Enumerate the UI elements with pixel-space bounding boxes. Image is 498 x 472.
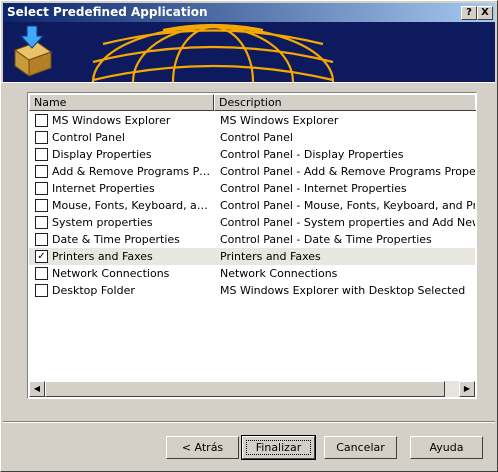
globe-icon xyxy=(91,23,335,82)
scroll-right-button[interactable]: ▶ xyxy=(459,381,475,397)
row-checkbox[interactable] xyxy=(35,216,48,229)
row-name: Add & Remove Programs Prop... xyxy=(52,165,212,178)
row-description: Printers and Faxes xyxy=(220,250,321,263)
row-description: MS Windows Explorer xyxy=(220,114,339,127)
title-bar[interactable]: Select Predefined Application ? X xyxy=(3,3,495,22)
row-checkbox[interactable] xyxy=(35,182,48,195)
row-checkbox[interactable] xyxy=(35,165,48,178)
row-name: Date & Time Properties xyxy=(52,233,180,246)
banner-graphic xyxy=(13,23,335,82)
row-checkbox[interactable] xyxy=(35,131,48,144)
row-description: MS Windows Explorer with Desktop Selecte… xyxy=(220,284,466,297)
list-item[interactable]: Internet Properties Control Panel - Inter… xyxy=(29,180,475,197)
list-item[interactable]: Display Properties Control Panel - Displa… xyxy=(29,146,475,163)
install-box-icon xyxy=(13,25,53,77)
list-item[interactable]: Control Panel Control Panel xyxy=(29,129,475,146)
row-description: Control Panel - Mouse, Fonts, Keyboard, … xyxy=(220,199,475,212)
list-item[interactable]: System properties Control Panel - System … xyxy=(29,214,475,231)
row-description: Control Panel - Date & Time Properties xyxy=(220,233,432,246)
row-checkbox[interactable] xyxy=(35,114,48,127)
list-header: Name Description xyxy=(29,94,476,111)
row-checkbox[interactable] xyxy=(35,199,48,212)
row-checkbox[interactable] xyxy=(35,284,48,297)
scroll-left-button[interactable]: ◀ xyxy=(29,381,45,397)
row-name: MS Windows Explorer xyxy=(52,114,171,127)
row-description: Network Connections xyxy=(220,267,338,280)
row-name: Network Connections xyxy=(52,267,170,280)
dialog-window: Select Predefined Application ? X Name D… xyxy=(0,0,498,472)
row-checkbox[interactable] xyxy=(35,233,48,246)
list-item[interactable]: Network Connections Network Connections xyxy=(29,265,475,282)
row-name: Printers and Faxes xyxy=(52,250,153,263)
help-title-button[interactable]: ? xyxy=(461,6,477,20)
horizontal-scrollbar[interactable]: ◀ ▶ xyxy=(29,381,475,397)
row-checkbox[interactable]: ✓ xyxy=(35,250,48,263)
finish-button[interactable]: Finalizar xyxy=(241,435,316,460)
list-item[interactable]: Mouse, Fonts, Keyboard, and ... Control P… xyxy=(29,197,475,214)
list-rows: MS Windows Explorer MS Windows Explorer Co… xyxy=(29,112,475,299)
column-header-name[interactable]: Name xyxy=(29,94,214,111)
row-name: System properties xyxy=(52,216,153,229)
list-item[interactable]: ✓ Printers and Faxes Printers and Faxes xyxy=(29,248,475,265)
row-description: Control Panel - Display Properties xyxy=(220,148,404,161)
list-item[interactable]: Add & Remove Programs Prop... Control Pan… xyxy=(29,163,475,180)
wizard-banner xyxy=(3,22,495,82)
row-name: Display Properties xyxy=(52,148,152,161)
close-title-button[interactable]: X xyxy=(477,6,493,20)
row-name: Desktop Folder xyxy=(52,284,135,297)
banner-divider xyxy=(1,82,495,83)
back-button[interactable]: < Atrás xyxy=(166,436,239,459)
row-checkbox[interactable] xyxy=(35,148,48,161)
row-checkbox[interactable] xyxy=(35,267,48,280)
column-header-description[interactable]: Description xyxy=(214,94,476,111)
row-description: Control Panel xyxy=(220,131,293,144)
row-name: Control Panel xyxy=(52,131,125,144)
help-button[interactable]: Ayuda xyxy=(410,436,483,459)
list-item[interactable]: Date & Time Properties Control Panel - Da… xyxy=(29,231,475,248)
row-name: Internet Properties xyxy=(52,182,155,195)
application-list[interactable]: Name Description MS Windows Explorer MS W… xyxy=(27,92,477,399)
window-title: Select Predefined Application xyxy=(7,5,208,19)
focus-rect xyxy=(246,440,311,455)
row-description: Control Panel - Internet Properties xyxy=(220,182,407,195)
row-description: Control Panel - Add & Remove Programs Pr… xyxy=(220,165,475,178)
list-item[interactable]: MS Windows Explorer MS Windows Explorer xyxy=(29,112,475,129)
list-item[interactable]: Desktop Folder MS Windows Explorer with D… xyxy=(29,282,475,299)
button-separator xyxy=(3,421,495,423)
cancel-button[interactable]: Cancelar xyxy=(324,436,397,459)
row-name: Mouse, Fonts, Keyboard, and ... xyxy=(52,199,212,212)
scroll-thumb[interactable] xyxy=(45,381,445,397)
row-description: Control Panel - System properties and Ad… xyxy=(220,216,475,229)
